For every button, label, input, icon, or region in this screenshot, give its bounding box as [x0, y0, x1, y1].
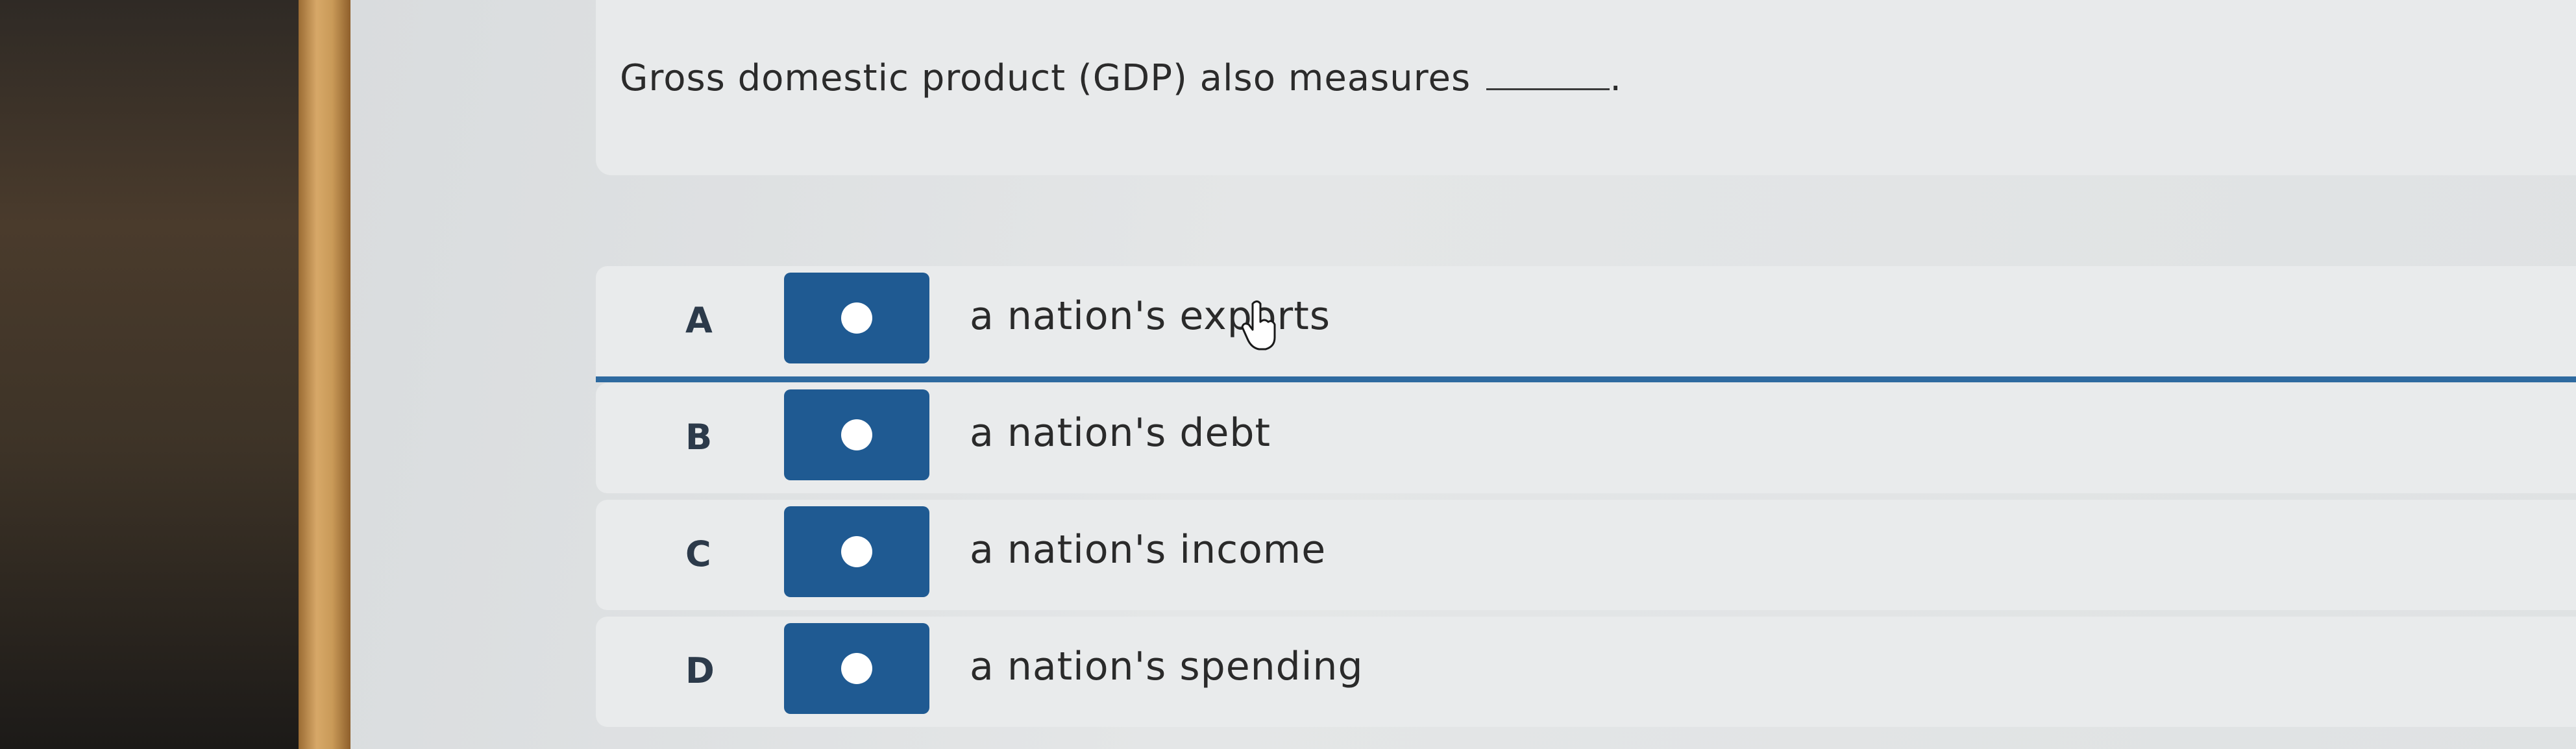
monitor-bezel — [299, 0, 350, 749]
option-letter: B — [685, 417, 713, 458]
option-c[interactable]: C a nation's income — [596, 500, 2576, 610]
option-d-radio[interactable] — [784, 623, 929, 714]
option-b-radio[interactable] — [784, 389, 929, 480]
option-letter: C — [685, 534, 711, 574]
radio-dot-icon — [841, 302, 872, 334]
option-text[interactable]: a nation's debt — [970, 410, 1271, 456]
option-a-radio[interactable] — [784, 273, 929, 363]
background-left — [0, 0, 305, 749]
question-suffix: . — [1610, 57, 1622, 99]
answer-blank — [1486, 57, 1610, 90]
option-letter: A — [685, 300, 713, 341]
option-c-radio[interactable] — [784, 506, 929, 597]
question-prompt: Gross domestic product (GDP) also measur… — [620, 57, 1471, 99]
option-a[interactable]: A a nation's exports — [596, 266, 2576, 382]
option-letter: D — [685, 650, 715, 691]
option-text[interactable]: a nation's income — [970, 527, 1326, 572]
hand-pointer-icon — [1241, 300, 1276, 350]
radio-dot-icon — [841, 653, 872, 684]
question-text: Gross domestic product (GDP) also measur… — [620, 57, 1622, 99]
radio-dot-icon — [841, 536, 872, 567]
option-text[interactable]: a nation's spending — [970, 644, 1364, 689]
radio-dot-icon — [841, 419, 872, 450]
option-d[interactable]: D a nation's spending — [596, 617, 2576, 727]
option-b[interactable]: B a nation's debt — [596, 383, 2576, 493]
